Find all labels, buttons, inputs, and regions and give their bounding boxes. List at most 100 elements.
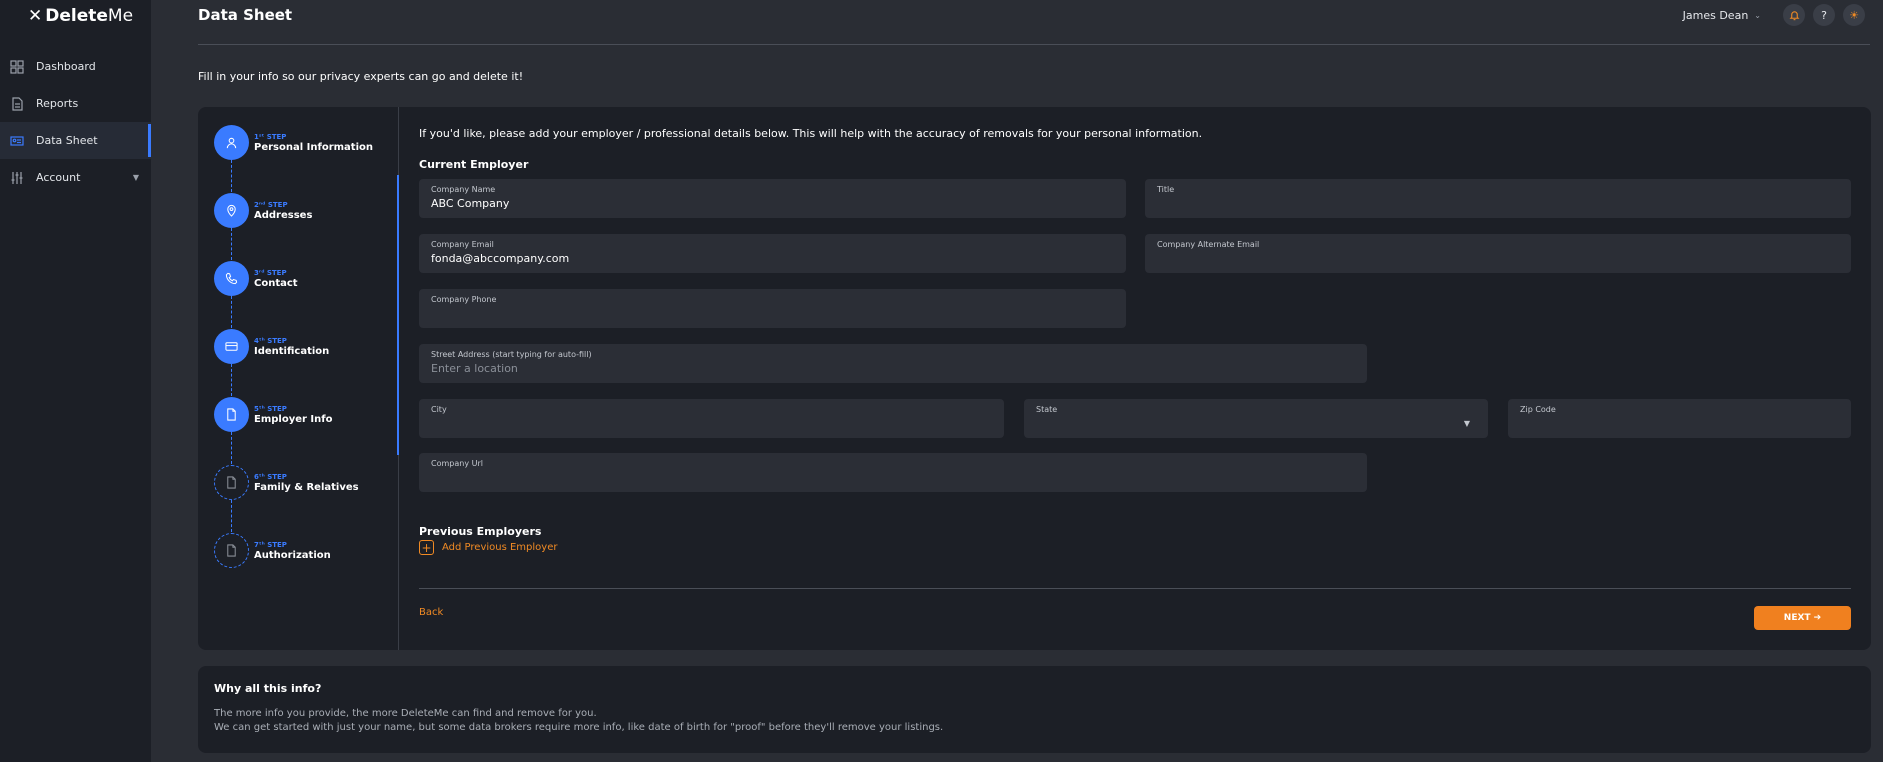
sun-icon: ☀ [1849, 8, 1859, 22]
chevron-down-icon[interactable]: ▼ [133, 173, 139, 182]
step-label: Authorization [254, 549, 331, 561]
field-label: City [431, 405, 447, 414]
help-button[interactable]: ? [1813, 4, 1835, 26]
step-number: 7ᵗʰ STEP [254, 540, 287, 549]
previous-employers-title: Previous Employers [419, 525, 542, 538]
step-connector [231, 500, 232, 532]
data-sheet-card: 1ˢᵗ STEP Personal Information 2ⁿᵈ STEP A… [198, 107, 1871, 650]
step-addresses[interactable]: 2ⁿᵈ STEP Addresses [214, 193, 312, 228]
grid-icon [10, 59, 24, 74]
current-step-indicator [397, 175, 399, 455]
page-intro: Fill in your info so our privacy experts… [198, 70, 524, 83]
field-label: Title [1157, 185, 1175, 194]
step-connector [231, 432, 232, 464]
step-label: Identification [254, 345, 330, 357]
next-button[interactable]: NEXT ➔ [1754, 606, 1851, 630]
step-label: Employer Info [254, 413, 333, 425]
back-button[interactable]: Back [419, 607, 443, 618]
user-name: James Dean [1682, 8, 1749, 22]
step-connector [231, 228, 232, 260]
question-icon: ? [1821, 8, 1827, 22]
step-employer-info[interactable]: 5ᵗʰ STEP Employer Info [214, 397, 332, 432]
step-number: 6ᵗʰ STEP [254, 472, 287, 481]
company-name-field[interactable]: Company Name ABC Company [419, 179, 1126, 218]
deleteme-logo[interactable]: ✕ DeleteMe [28, 6, 133, 26]
sidebar-item-label: Account [36, 171, 81, 184]
page-title: Data Sheet [198, 6, 293, 24]
step-label: Personal Information [254, 141, 373, 153]
sidebar-item-label: Data Sheet [36, 134, 98, 147]
add-previous-employer-button[interactable]: + Add Previous Employer [419, 540, 557, 555]
user-area: James Dean ⌄ ? ☀ [1683, 4, 1865, 26]
sidebar-item-dashboard[interactable]: Dashboard [0, 48, 151, 85]
step-number: 5ᵗʰ STEP [254, 404, 287, 413]
add-previous-employer-label: Add Previous Employer [442, 542, 558, 553]
steps-panel: 1ˢᵗ STEP Personal Information 2ⁿᵈ STEP A… [198, 107, 398, 650]
theme-toggle-button[interactable]: ☀ [1843, 4, 1865, 26]
street-address-field[interactable]: Street Address (start typing for auto-fi… [419, 344, 1367, 383]
step-connector [231, 296, 232, 328]
notifications-button[interactable] [1783, 4, 1805, 26]
document-icon [12, 96, 23, 111]
company-phone-field[interactable]: Company Phone [419, 289, 1126, 328]
sidebar-nav: Dashboard Reports Data Sheet Account ▼ [0, 48, 151, 196]
info-text-line: We can get started with just your name, … [214, 722, 944, 733]
field-label: Company Url [431, 459, 483, 468]
field-label: Company Phone [431, 295, 497, 304]
field-value: fonda@abccompany.com [431, 252, 570, 265]
field-label: Company Name [431, 185, 496, 194]
field-label: Street Address (start typing for auto-fi… [431, 350, 592, 359]
sidebar-item-label: Dashboard [36, 60, 96, 73]
field-placeholder: Enter a location [431, 362, 518, 375]
step-connector [231, 160, 232, 192]
card-icon [225, 342, 238, 351]
brand-prefix: Delete [45, 6, 108, 26]
field-label: State [1036, 405, 1058, 414]
file-icon [227, 408, 236, 421]
header-divider [198, 44, 1870, 45]
chevron-down-icon: ⌄ [1754, 10, 1761, 20]
step-number: 1ˢᵗ STEP [254, 132, 287, 141]
info-text-line: The more info you provide, the more Dele… [214, 708, 597, 719]
step-number: 2ⁿᵈ STEP [254, 200, 288, 209]
sidebar-item-account[interactable]: Account ▼ [0, 159, 151, 196]
title-field[interactable]: Title [1145, 179, 1851, 218]
sliders-icon [11, 171, 23, 184]
file-icon [227, 544, 236, 557]
id-card-icon [10, 135, 24, 146]
state-select[interactable]: State ▼ [1024, 399, 1488, 438]
bell-icon [1789, 10, 1799, 20]
step-connector [231, 364, 232, 396]
current-employer-title: Current Employer [419, 158, 529, 171]
field-label: Zip Code [1520, 405, 1556, 414]
user-icon [226, 137, 237, 149]
step-contact[interactable]: 3ʳᵈ STEP Contact [214, 261, 298, 296]
file-icon [227, 476, 236, 489]
phone-icon [225, 272, 238, 285]
chevron-down-icon: ▼ [1463, 419, 1470, 428]
step-family-relatives[interactable]: 6ᵗʰ STEP Family & Relatives [214, 465, 359, 500]
form-divider [419, 588, 1851, 589]
form-intro: If you'd like, please add your employer … [419, 127, 1203, 140]
step-identification[interactable]: 4ᵗʰ STEP Identification [214, 329, 329, 364]
step-label: Family & Relatives [254, 481, 359, 493]
employer-form: If you'd like, please add your employer … [419, 107, 1851, 650]
step-label: Contact [254, 277, 298, 289]
sidebar: ✕ DeleteMe Dashboard Reports Data Sheet [0, 0, 151, 762]
logo-mark-icon: ✕ [28, 6, 43, 26]
zip-code-field[interactable]: Zip Code [1508, 399, 1851, 438]
company-alternate-email-field[interactable]: Company Alternate Email [1145, 234, 1851, 273]
sidebar-item-data-sheet[interactable]: Data Sheet [0, 122, 151, 159]
field-label: Company Alternate Email [1157, 240, 1260, 249]
step-authorization[interactable]: 7ᵗʰ STEP Authorization [214, 533, 331, 568]
info-title: Why all this info? [214, 682, 322, 695]
step-personal-information[interactable]: 1ˢᵗ STEP Personal Information [214, 125, 373, 160]
field-label: Company Email [431, 240, 494, 249]
step-number: 4ᵗʰ STEP [254, 336, 287, 345]
sidebar-item-reports[interactable]: Reports [0, 85, 151, 122]
user-menu[interactable]: James Dean ⌄ [1683, 9, 1761, 22]
company-url-field[interactable]: Company Url [419, 453, 1367, 492]
step-label: Addresses [254, 209, 313, 221]
company-email-field[interactable]: Company Email fonda@abccompany.com [419, 234, 1126, 273]
city-field[interactable]: City [419, 399, 1004, 438]
